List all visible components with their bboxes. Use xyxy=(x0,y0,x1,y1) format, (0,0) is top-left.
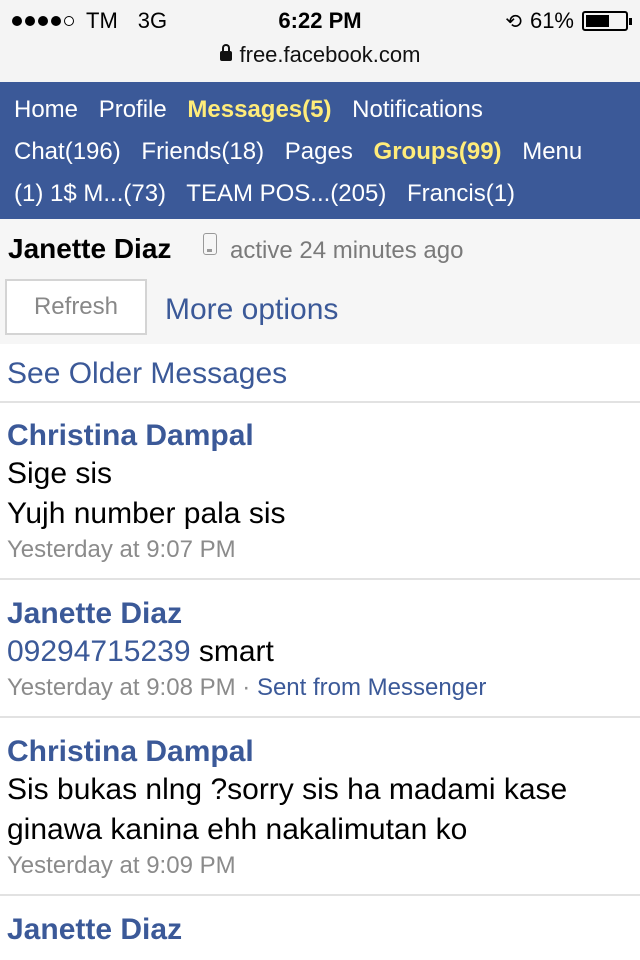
sent-from-messenger-link[interactable]: Sent from Messenger xyxy=(257,674,486,701)
nav-messages-link[interactable]: Messages(5) xyxy=(187,96,331,123)
nav-group-link-1[interactable]: (1) 1$ M...(73) xyxy=(14,180,166,207)
nav-profile-link[interactable]: Profile xyxy=(99,96,167,123)
message-item: Christina Dampal Sis bukas nlng ?sorry s… xyxy=(7,734,637,882)
message-sender[interactable]: Janette Diaz xyxy=(7,912,637,948)
nav-row-2: Chat(196) Friends(18) Pages Groups(99) M… xyxy=(14,138,596,166)
nav-row-1: Home Profile Messages(5) Notifications xyxy=(14,96,497,124)
nav-notifications-link[interactable]: Notifications xyxy=(352,96,483,123)
nav-francis-link[interactable]: Francis(1) xyxy=(407,180,515,207)
url-text: free.facebook.com xyxy=(239,42,421,67)
more-options-link[interactable]: More options xyxy=(165,293,338,327)
orientation-lock-icon: ⟲ xyxy=(505,10,522,33)
refresh-button[interactable]: Refresh xyxy=(5,279,147,335)
nav-groups-link[interactable]: Groups(99) xyxy=(374,138,502,165)
message-line: Yujh number pala sis xyxy=(7,497,286,530)
message-line: Sige sis xyxy=(7,457,113,490)
message-text: smart xyxy=(198,635,274,668)
message-timestamp: Yesterday at 9:07 PM xyxy=(7,536,236,563)
message-item: Janette Diaz xyxy=(7,912,637,948)
message-sender[interactable]: Janette Diaz xyxy=(7,596,637,632)
active-status: active 24 minutes ago xyxy=(230,237,464,264)
meta-separator: · xyxy=(242,674,251,701)
url-display[interactable]: free.facebook.com xyxy=(0,42,640,68)
browser-url-bar[interactable]: free.facebook.com xyxy=(0,36,640,83)
message-line: ginawa kanina ehh nakalimutan ko xyxy=(7,813,468,846)
nav-home-link[interactable]: Home xyxy=(14,96,78,123)
nav-friends-link[interactable]: Friends(18) xyxy=(141,138,264,165)
battery-icon xyxy=(582,11,632,31)
nav-chat-link[interactable]: Chat(196) xyxy=(14,138,121,165)
see-older-messages-link[interactable]: See Older Messages xyxy=(7,357,287,391)
nav-menu-link[interactable]: Menu xyxy=(522,138,582,165)
battery-percent: 61% xyxy=(529,8,574,33)
nav-group-link-2[interactable]: TEAM POS...(205) xyxy=(186,180,386,207)
message-line: Sis bukas nlng ?sorry sis ha madami kase xyxy=(7,773,568,806)
thread-header: Janette Diaz active 24 minutes ago Refre… xyxy=(0,219,640,344)
divider xyxy=(0,894,640,896)
phone-number-link[interactable]: 09294715239 xyxy=(7,635,191,668)
message-timestamp: Yesterday at 9:08 PM xyxy=(7,674,236,701)
status-right: ⟲ 61% xyxy=(505,8,632,34)
message-body: 09294715239 smart xyxy=(7,632,637,672)
message-meta: Yesterday at 9:08 PM · Sent from Messeng… xyxy=(7,672,637,704)
divider xyxy=(0,716,640,718)
nav-row-3: (1) 1$ M...(73) TEAM POS...(205) Francis… xyxy=(14,180,529,208)
thread-title[interactable]: Janette Diaz xyxy=(8,233,171,265)
facebook-nav: Home Profile Messages(5) Notifications C… xyxy=(0,82,640,219)
nav-pages-link[interactable]: Pages xyxy=(285,138,353,165)
message-item: Janette Diaz 09294715239 smart Yesterday… xyxy=(7,596,637,704)
divider xyxy=(0,401,640,403)
message-sender[interactable]: Christina Dampal xyxy=(7,734,637,770)
divider xyxy=(0,578,640,580)
lock-icon xyxy=(219,44,232,62)
message-sender[interactable]: Christina Dampal xyxy=(7,418,637,454)
mobile-phone-icon xyxy=(203,233,217,255)
message-item: Christina Dampal Sige sis Yujh number pa… xyxy=(7,418,637,566)
status-bar: TM 3G 6:22 PM ⟲ 61% xyxy=(0,0,640,40)
message-timestamp: Yesterday at 9:09 PM xyxy=(7,852,236,879)
